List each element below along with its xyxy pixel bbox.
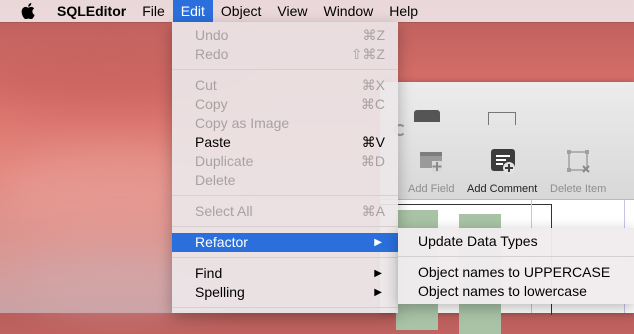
edit-menu: Undo ⌘Z Redo ⇧⌘Z Cut ⌘X Copy ⌘C Copy as … [172,22,398,313]
menu-separator [172,226,398,227]
add-field-label: Add Field [408,183,455,195]
add-field-icon [420,152,443,172]
menu-item-refactor[interactable]: Refactor ▶ [172,233,398,252]
menu-separator [172,195,398,196]
submenu-item-lowercase[interactable]: Object names to lowercase [398,282,634,301]
menu-app-name[interactable]: SQLEditor [49,0,134,22]
menu-item-select-all[interactable]: Select All ⌘A [172,202,398,221]
menu-bar: SQLEditor File Edit Object View Window H… [0,0,634,22]
menu-item-delete[interactable]: Delete [172,171,398,190]
menu-separator [172,307,398,308]
menu-item-cut[interactable]: Cut ⌘X [172,76,398,95]
menu-help[interactable]: Help [381,0,426,22]
add-field-button[interactable]: Add Field [408,148,454,195]
menu-item-copy[interactable]: Copy ⌘C [172,95,398,114]
delete-item-label: Delete Item [550,183,607,195]
menu-separator [172,69,398,70]
menu-edit[interactable]: Edit [172,0,213,22]
menu-item-undo[interactable]: Undo ⌘Z [172,26,398,45]
toolbar: e Add Field Add Comment [374,82,634,200]
submenu-item-uppercase[interactable]: Object names to UPPERCASE [398,263,634,282]
add-comment-icon [491,149,516,174]
menu-window[interactable]: Window [315,0,381,22]
refactor-submenu: Update Data Types Object names to UPPERC… [398,228,634,304]
menu-separator [172,257,398,258]
delete-item-icon [567,150,590,173]
menu-separator [398,256,634,257]
menu-view[interactable]: View [269,0,315,22]
submenu-arrow-icon: ▶ [374,237,382,248]
add-comment-button[interactable]: Add Comment [467,148,537,195]
menu-item-copy-as-image[interactable]: Copy as Image [172,114,398,133]
toolbar-top-icon [414,110,440,122]
delete-item-button[interactable]: Delete Item [550,148,606,195]
submenu-arrow-icon: ▶ [374,268,382,279]
menu-item-paste[interactable]: Paste ⌘V [172,133,398,152]
menu-item-duplicate[interactable]: Duplicate ⌘D [172,152,398,171]
toolbar-top-icon [488,112,516,125]
menu-item-spelling[interactable]: Spelling ▶ [172,283,398,302]
menu-object[interactable]: Object [213,0,269,22]
submenu-item-update-data-types[interactable]: Update Data Types [398,232,634,251]
menu-file[interactable]: File [134,0,173,22]
menu-item-find[interactable]: Find ▶ [172,264,398,283]
submenu-arrow-icon: ▶ [374,287,382,298]
add-comment-label: Add Comment [467,183,538,195]
menu-item-redo[interactable]: Redo ⇧⌘Z [172,45,398,64]
apple-icon[interactable] [19,2,37,20]
